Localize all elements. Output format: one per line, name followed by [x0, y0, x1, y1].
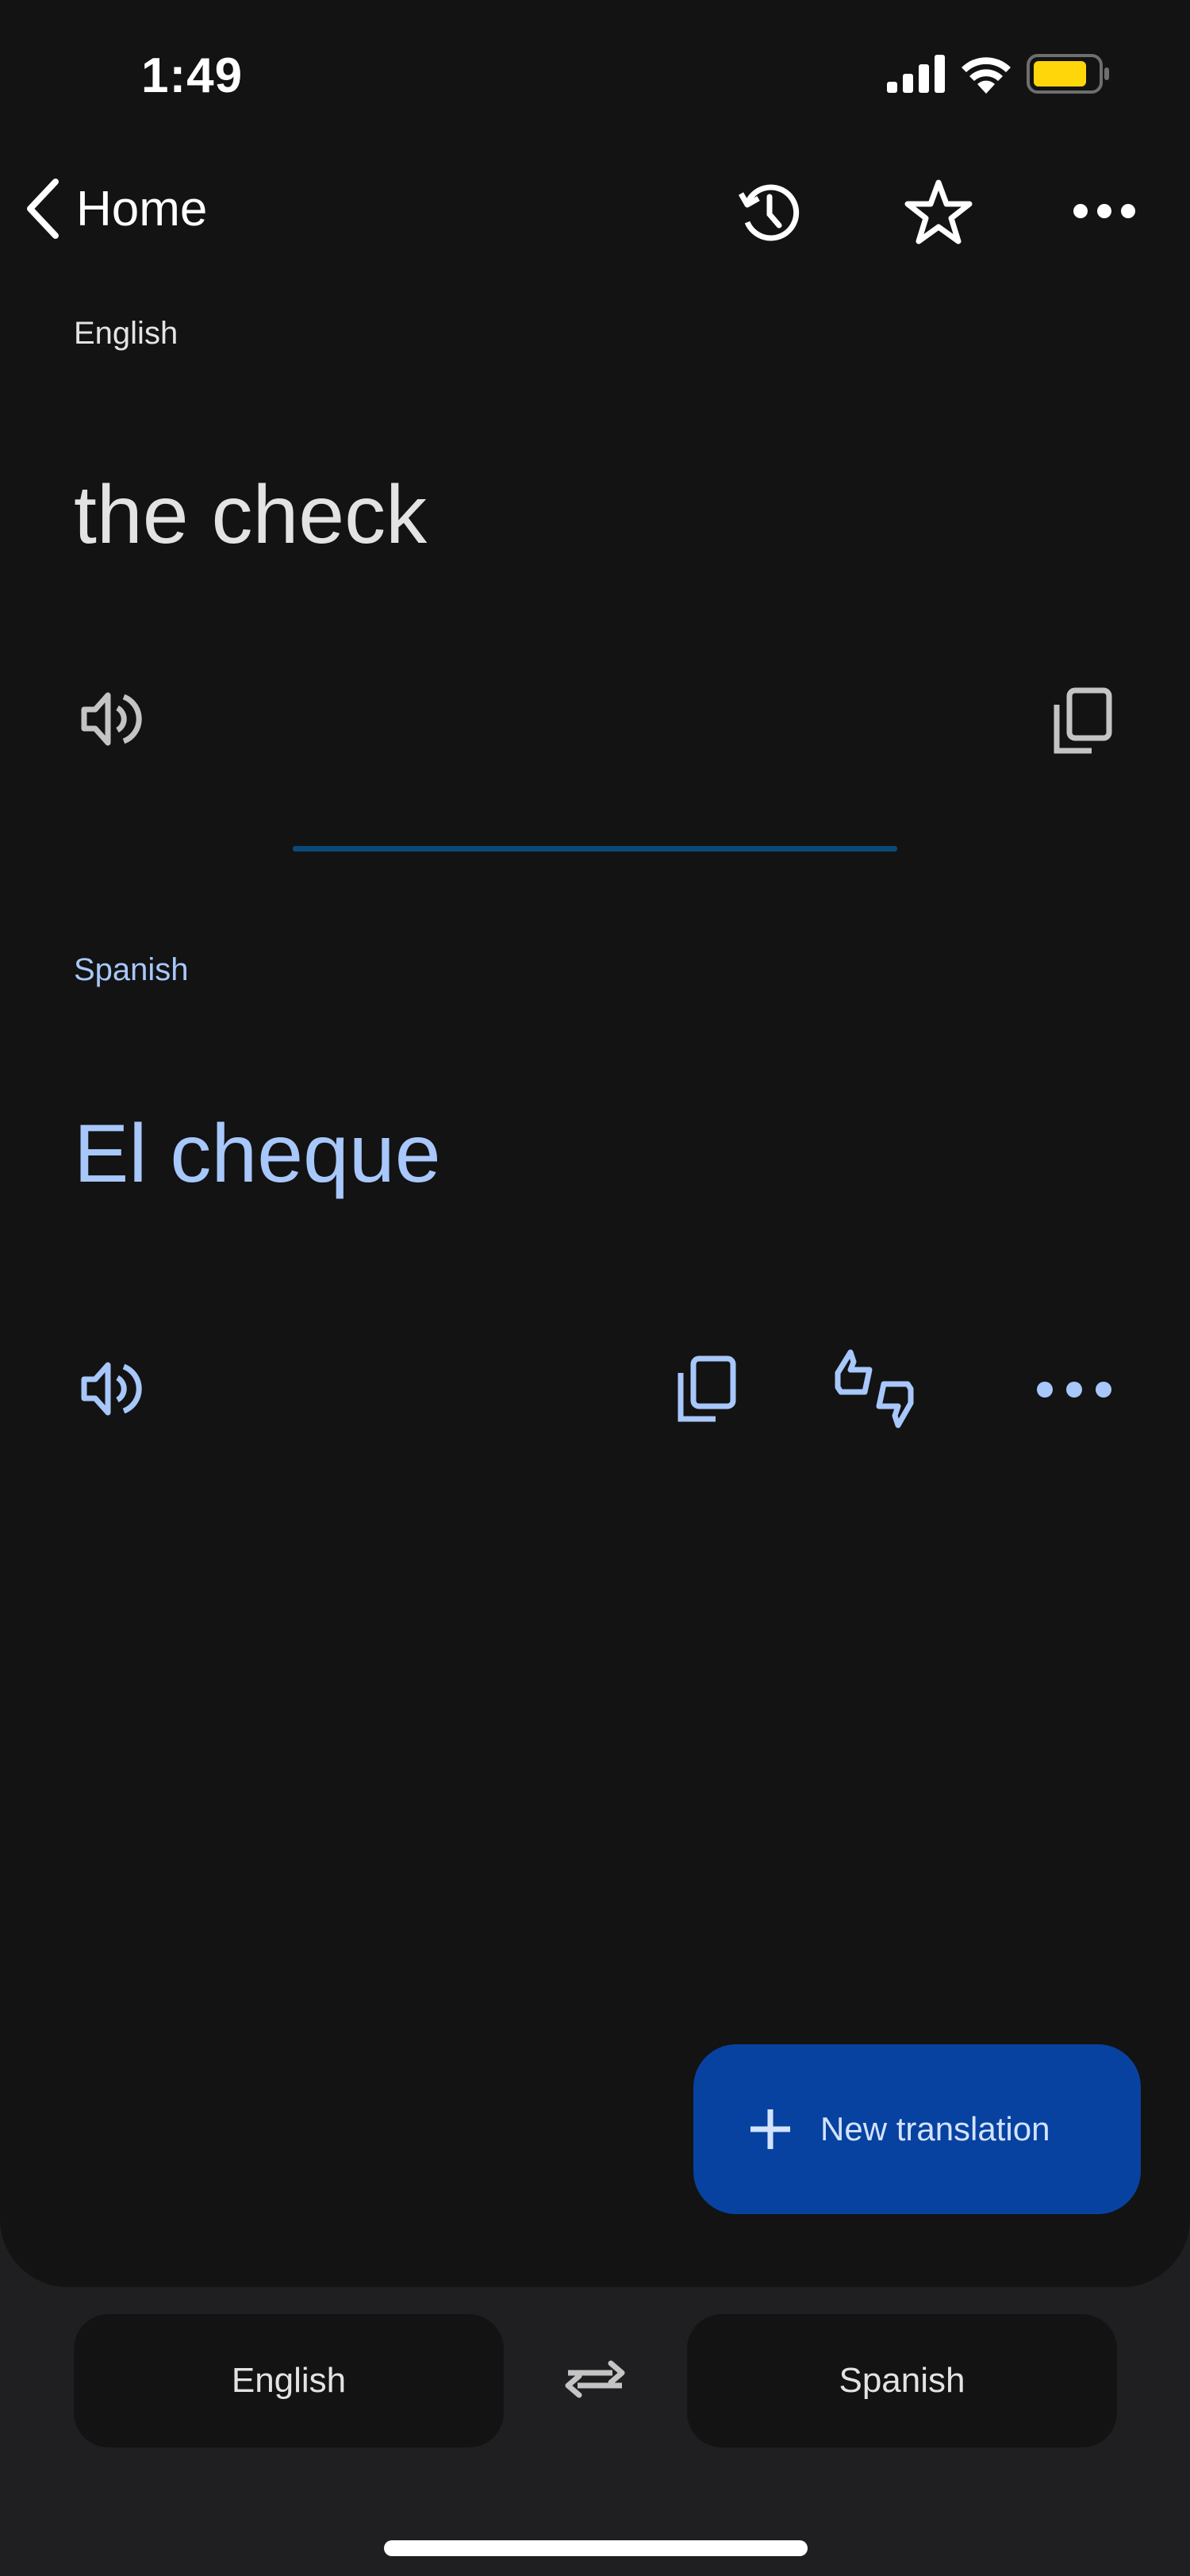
back-button[interactable]: Home [24, 179, 207, 239]
source-speaker-icon[interactable] [79, 687, 143, 751]
target-language-label: Spanish [74, 952, 189, 987]
swap-languages-icon[interactable] [565, 2352, 625, 2408]
more-options-icon[interactable] [1073, 203, 1136, 219]
new-translation-button[interactable]: New translation [693, 2044, 1141, 2214]
cellular-signal-icon [887, 55, 945, 93]
translated-text: El cheque [74, 1108, 441, 1200]
target-copy-icon[interactable] [676, 1355, 736, 1422]
plus-icon [750, 2109, 790, 2149]
section-divider [293, 846, 897, 852]
status-time: 1:49 [141, 48, 244, 103]
target-more-icon[interactable] [1036, 1381, 1112, 1398]
battery-icon [1027, 54, 1109, 94]
chevron-left-icon [27, 179, 59, 239]
home-indicator[interactable] [384, 2540, 808, 2556]
history-icon[interactable] [736, 179, 803, 246]
star-icon[interactable] [904, 178, 973, 246]
target-language-button-label: Spanish [839, 2361, 965, 2400]
target-speaker-icon[interactable] [79, 1357, 143, 1421]
source-language-button[interactable]: English [74, 2314, 504, 2447]
new-translation-label: New translation [820, 2110, 1050, 2147]
source-copy-icon[interactable] [1052, 687, 1112, 754]
target-language-button[interactable]: Spanish [687, 2314, 1117, 2447]
back-label: Home [76, 181, 208, 236]
wifi-icon [962, 57, 1011, 94]
source-text[interactable]: the check [74, 468, 427, 563]
source-language-label: English [74, 316, 178, 351]
source-language-button-label: English [231, 2361, 347, 2400]
status-icons [887, 54, 1111, 94]
feedback-thumbs-icon[interactable] [833, 1349, 916, 1428]
